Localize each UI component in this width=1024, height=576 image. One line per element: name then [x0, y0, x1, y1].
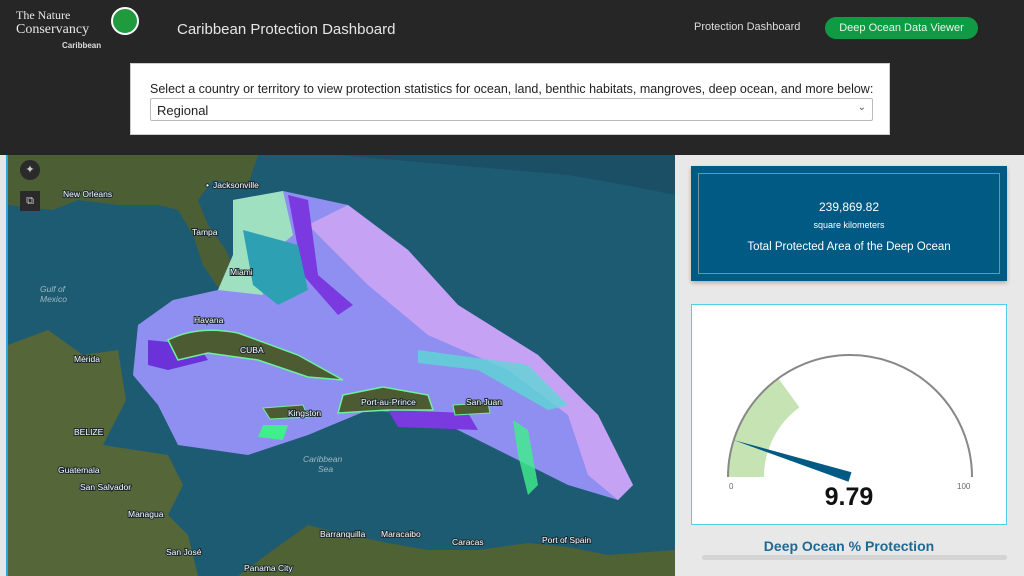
- svg-text:•: •: [206, 180, 209, 190]
- gauge-title-underline: [702, 555, 1007, 560]
- map-label-barranquilla: Barranquilla: [320, 529, 366, 539]
- logo-line2: Conservancy: [16, 22, 89, 38]
- map-view[interactable]: • Jacksonville New Orleans Tampa Miami Gu…: [8, 155, 675, 576]
- map-label-san-jose: San José: [166, 547, 202, 557]
- map-label-port-au-prince: Port-au-Prince: [361, 397, 416, 407]
- map-label-belize: BELIZE: [74, 427, 104, 437]
- logo-line3: Caribbean: [62, 41, 101, 50]
- map-label-kingston: Kingston: [288, 408, 321, 418]
- total-protected-area-card: 239,869.82 square kilometers Total Prote…: [691, 166, 1007, 281]
- map-label-maracaibo: Maracaibo: [381, 529, 421, 539]
- map-label-guatemala: Guatemala: [58, 465, 100, 475]
- protected-area-unit: square kilometers: [699, 220, 999, 230]
- map-label-merida: Mérida: [74, 354, 100, 364]
- app-header: The Nature Conservancy Caribbean Caribbe…: [0, 0, 1024, 155]
- map-label-tampa: Tampa: [192, 227, 218, 237]
- map-label-gulf1: Gulf of: [40, 284, 67, 294]
- gauge-min-label: 0: [729, 482, 734, 491]
- map-label-san-juan: San Juan: [466, 397, 502, 407]
- map-label-gulf2: Mexico: [40, 294, 67, 304]
- map-label-havana: Havana: [194, 315, 224, 325]
- map-label-miami: Miami: [230, 267, 253, 277]
- protection-gauge: 0 100 9.79: [692, 305, 1006, 524]
- country-selector-panel: Select a country or territory to view pr…: [130, 63, 890, 135]
- compass-icon[interactable]: ✦: [20, 160, 40, 180]
- map-label-caracas: Caracas: [452, 537, 484, 547]
- logo-line1: The Nature: [16, 8, 70, 23]
- tnc-logo[interactable]: The Nature Conservancy Caribbean: [16, 6, 146, 52]
- map-label-sea: Sea: [318, 464, 333, 474]
- stats-panel: 239,869.82 square kilometers Total Prote…: [675, 155, 1024, 576]
- protected-area-value: 239,869.82: [699, 200, 999, 214]
- deep-ocean-data-viewer-button[interactable]: Deep Ocean Data Viewer: [825, 17, 978, 39]
- gauge-title: Deep Ocean % Protection: [691, 538, 1007, 554]
- protected-area-label: Total Protected Area of the Deep Ocean: [699, 241, 999, 253]
- app-title: Caribbean Protection Dashboard: [177, 21, 395, 38]
- selector-label: Select a country or territory to view pr…: [150, 82, 873, 96]
- map-label-san-salvador: San Salvador: [80, 482, 131, 492]
- chevron-down-icon: ⌄: [858, 102, 866, 113]
- globe-leaf-icon: [111, 7, 139, 35]
- map-label-jacksonville: Jacksonville: [213, 180, 259, 190]
- basemap-toggle-icon[interactable]: ⧉: [20, 191, 40, 211]
- map-label-cuba: CUBA: [240, 345, 264, 355]
- map-label-panama-city: Panama City: [244, 563, 293, 573]
- protection-gauge-card: 0 100 9.79: [691, 304, 1007, 525]
- map-label-caribbean: Caribbean: [303, 454, 342, 464]
- map-label-port-of-spain: Port of Spain: [542, 535, 591, 545]
- nav-protection-dashboard[interactable]: Protection Dashboard: [694, 21, 800, 33]
- country-select[interactable]: Regional ⌄: [150, 98, 873, 121]
- gauge-value: 9.79: [825, 483, 874, 511]
- gauge-max-label: 100: [957, 482, 971, 491]
- map-label-new-orleans: New Orleans: [63, 189, 112, 199]
- map-label-managua: Managua: [128, 509, 164, 519]
- left-edge-strip: [0, 155, 8, 576]
- country-select-value: Regional: [157, 103, 208, 118]
